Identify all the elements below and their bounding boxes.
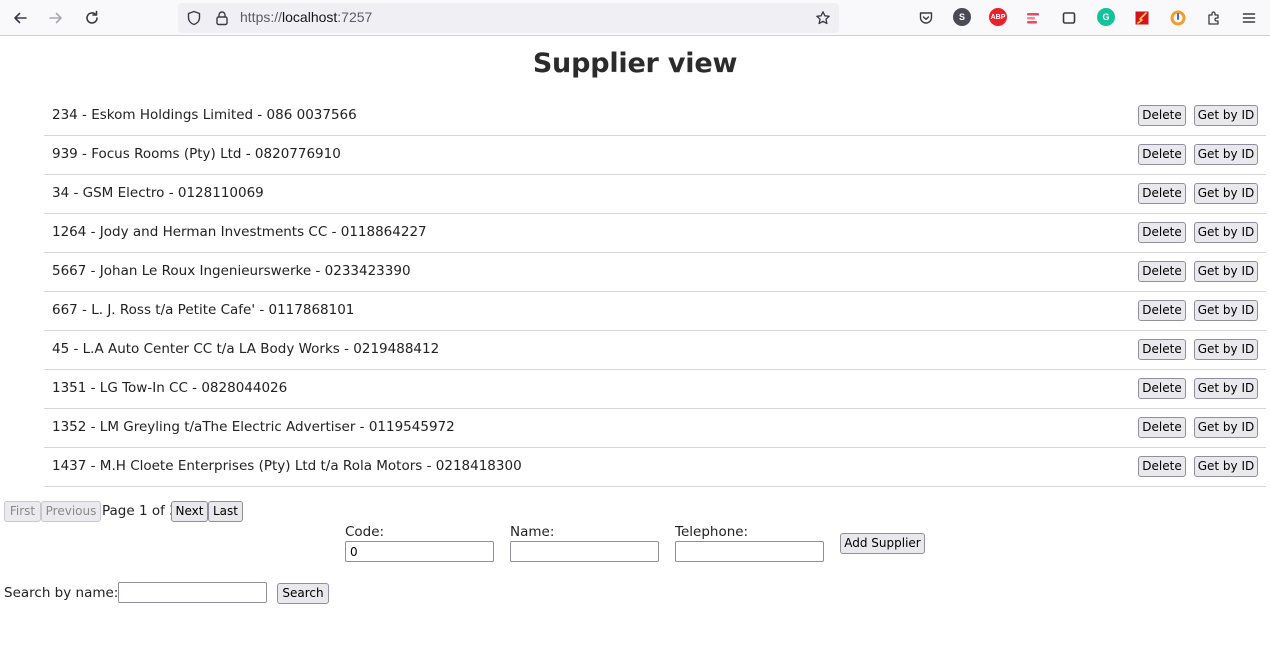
reload-button[interactable] xyxy=(79,5,105,31)
delete-button[interactable]: Delete xyxy=(1138,183,1186,204)
telephone-label: Telephone: xyxy=(675,524,749,540)
url-scheme: https:// xyxy=(240,9,283,25)
extensions-icon xyxy=(1208,11,1219,25)
page-indicator: Page 1 of 3 xyxy=(102,503,178,519)
lock-icon xyxy=(216,11,228,26)
get-by-id-button[interactable]: Get by ID xyxy=(1194,417,1258,438)
bookmark-star-icon[interactable] xyxy=(815,10,831,26)
first-page-button[interactable]: First xyxy=(4,501,41,522)
adblock-plus-icon[interactable]: ABP xyxy=(989,8,1007,26)
grammarly-icon[interactable]: G xyxy=(1097,8,1115,26)
supplier-text: 1437 - M.H Cloete Enterprises (Pty) Ltd … xyxy=(52,458,522,474)
supplier-row: 234 - Eskom Holdings Limited - 086 00375… xyxy=(44,97,1266,136)
red-flash-extension-icon xyxy=(1135,11,1149,25)
delete-button[interactable]: Delete xyxy=(1138,417,1186,438)
adblock-plus-glyph: ABP xyxy=(990,13,1006,21)
search-button[interactable]: Search xyxy=(277,583,329,604)
url-text: https://localhost:7257 xyxy=(240,9,372,25)
orange-extension-icon xyxy=(1170,10,1186,26)
shield-icon xyxy=(187,10,201,26)
delete-button[interactable]: Delete xyxy=(1138,456,1186,477)
red-flash-extension-button[interactable] xyxy=(1129,5,1155,31)
supplier-text: 34 - GSM Electro - 0128110069 xyxy=(52,185,264,201)
search-label: Search by name: xyxy=(4,585,119,601)
supplier-text: 1352 - LM Greyling t/aThe Electric Adver… xyxy=(52,419,455,435)
supplier-text: 1351 - LG Tow-In CC - 0828044026 xyxy=(52,380,288,396)
s-extension-icon[interactable]: S xyxy=(953,8,971,26)
get-by-id-button[interactable]: Get by ID xyxy=(1194,222,1258,243)
red-extension-button[interactable] xyxy=(1020,5,1046,31)
s-extension-glyph: S xyxy=(958,12,965,22)
add-supplier-button[interactable]: Add Supplier xyxy=(840,533,925,554)
supplier-row: 45 - L.A Auto Center CC t/a LA Body Work… xyxy=(44,331,1266,370)
supplier-text: 45 - L.A Auto Center CC t/a LA Body Work… xyxy=(52,341,440,357)
name-label: Name: xyxy=(510,524,555,540)
pocket-button[interactable] xyxy=(913,5,939,31)
back-arrow-icon xyxy=(14,12,27,24)
get-by-id-button[interactable]: Get by ID xyxy=(1194,456,1258,477)
supplier-row: 667 - L. J. Ross t/a Petite Cafe' - 0117… xyxy=(44,292,1266,331)
search-input[interactable] xyxy=(118,582,267,603)
page-title: Supplier view xyxy=(532,48,738,79)
address-bar[interactable]: https://localhost:7257 xyxy=(178,3,839,33)
supplier-row: 939 - Focus Rooms (Pty) Ltd - 0820776910… xyxy=(44,136,1266,175)
browser-toolbar: https://localhost:7257 S ABP G xyxy=(0,0,1270,36)
next-page-button[interactable]: Next xyxy=(171,501,208,522)
delete-button[interactable]: Delete xyxy=(1138,222,1186,243)
delete-button[interactable]: Delete xyxy=(1138,378,1186,399)
window-extension-button[interactable] xyxy=(1056,5,1082,31)
supplier-text: 1264 - Jody and Herman Investments CC - … xyxy=(52,224,427,240)
supplier-list: 234 - Eskom Holdings Limited - 086 00375… xyxy=(44,97,1266,487)
url-host: localhost xyxy=(282,9,338,25)
supplier-row: 1437 - M.H Cloete Enterprises (Pty) Ltd … xyxy=(44,448,1266,487)
code-label: Code: xyxy=(345,524,385,540)
delete-button[interactable]: Delete xyxy=(1138,105,1186,126)
supplier-row: 1351 - LG Tow-In CC - 0828044026 Delete … xyxy=(44,370,1266,409)
delete-button[interactable]: Delete xyxy=(1138,261,1186,282)
supplier-row: 1352 - LM Greyling t/aThe Electric Adver… xyxy=(44,409,1266,448)
supplier-text: 667 - L. J. Ross t/a Petite Cafe' - 0117… xyxy=(52,302,355,318)
get-by-id-button[interactable]: Get by ID xyxy=(1194,183,1258,204)
supplier-row: 34 - GSM Electro - 0128110069 Delete Get… xyxy=(44,175,1266,214)
extensions-button[interactable] xyxy=(1201,5,1227,31)
delete-button[interactable]: Delete xyxy=(1138,300,1186,321)
pocket-icon xyxy=(919,12,933,24)
supplier-text: 939 - Focus Rooms (Pty) Ltd - 0820776910 xyxy=(52,146,341,162)
last-page-button[interactable]: Last xyxy=(208,501,243,522)
grammarly-glyph: G xyxy=(1102,12,1110,22)
delete-button[interactable]: Delete xyxy=(1138,339,1186,360)
get-by-id-button[interactable]: Get by ID xyxy=(1194,339,1258,360)
menu-button[interactable] xyxy=(1236,5,1262,31)
get-by-id-button[interactable]: Get by ID xyxy=(1194,300,1258,321)
reload-icon xyxy=(86,10,98,24)
name-input[interactable] xyxy=(510,541,659,562)
supplier-text: 234 - Eskom Holdings Limited - 086 00375… xyxy=(52,107,357,123)
delete-button[interactable]: Delete xyxy=(1138,144,1186,165)
orange-extension-button[interactable] xyxy=(1165,5,1191,31)
previous-page-button[interactable]: Previous xyxy=(41,501,101,522)
get-by-id-button[interactable]: Get by ID xyxy=(1194,261,1258,282)
supplier-text: 5667 - Johan Le Roux Ingenieurswerke - 0… xyxy=(52,263,411,279)
supplier-row: 5667 - Johan Le Roux Ingenieurswerke - 0… xyxy=(44,253,1266,292)
forward-button[interactable] xyxy=(43,5,69,31)
code-input[interactable] xyxy=(345,541,494,562)
get-by-id-button[interactable]: Get by ID xyxy=(1194,144,1258,165)
menu-icon xyxy=(1242,13,1256,23)
supplier-row: 1264 - Jody and Herman Investments CC - … xyxy=(44,214,1266,253)
get-by-id-button[interactable]: Get by ID xyxy=(1194,378,1258,399)
back-button[interactable] xyxy=(7,5,33,31)
red-extension-icon xyxy=(1027,13,1039,24)
forward-arrow-icon xyxy=(49,12,62,24)
url-port: :7257 xyxy=(337,9,373,25)
telephone-input[interactable] xyxy=(675,541,824,562)
get-by-id-button[interactable]: Get by ID xyxy=(1194,105,1258,126)
window-extension-icon xyxy=(1062,12,1076,24)
